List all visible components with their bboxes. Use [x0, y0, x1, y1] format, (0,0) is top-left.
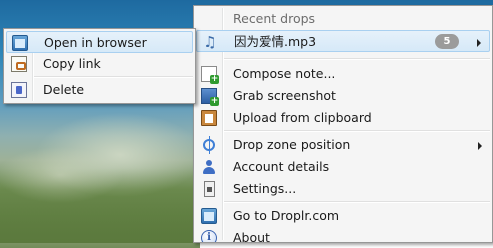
recent-drop-count-badge: 5 [435, 34, 459, 49]
grab-screenshot-item[interactable]: Grab screenshot [196, 85, 490, 107]
recent-drops-header-label: Recent drops [233, 11, 316, 26]
go-to-droplr-label: Go to Droplr.com [233, 208, 340, 223]
compose-note-item[interactable]: Compose note... [196, 63, 490, 85]
compose-note-icon [201, 66, 219, 84]
account-details-label: Account details [233, 159, 330, 174]
copy-link-icon [11, 56, 27, 72]
browser-icon [12, 35, 28, 51]
delete-label: Delete [43, 82, 85, 97]
clipboard-icon [201, 110, 217, 126]
wallpaper-hills [0, 168, 200, 248]
settings-item[interactable]: Settings... [196, 178, 490, 200]
recent-drop-item[interactable]: ♫ 因为爱情.mp3 5 [196, 30, 490, 52]
submenu-arrow-icon [478, 142, 482, 150]
submenu-arrow-icon [477, 39, 481, 47]
menu-separator [224, 58, 490, 60]
account-icon [201, 159, 217, 175]
target-icon [203, 136, 215, 154]
menu-separator [224, 130, 490, 132]
delete-icon [11, 82, 27, 98]
open-in-browser-item[interactable]: Open in browser [6, 31, 193, 53]
delete-item[interactable]: Delete [6, 79, 193, 101]
settings-label: Settings... [233, 181, 297, 196]
droplr-icon [201, 208, 217, 224]
music-note-icon: ♫ [203, 33, 217, 51]
drop-zone-position-item[interactable]: Drop zone position [196, 134, 490, 156]
recent-drop-submenu: Open in browser Copy link Delete [3, 28, 196, 104]
recent-drop-label: 因为爱情.mp3 [234, 34, 317, 49]
grab-screenshot-label: Grab screenshot [233, 88, 336, 103]
copy-link-item[interactable]: Copy link [6, 53, 193, 75]
about-label: About [233, 230, 270, 243]
info-icon: i [201, 230, 217, 242]
upload-from-clipboard-item[interactable]: Upload from clipboard [196, 107, 490, 129]
submenu-separator [34, 76, 193, 78]
settings-icon [204, 181, 215, 197]
menu-separator [224, 201, 490, 203]
droplr-context-menu: Recent drops ♫ 因为爱情.mp3 5 Compose note..… [193, 5, 493, 243]
account-details-item[interactable]: Account details [196, 156, 490, 178]
go-to-droplr-item[interactable]: Go to Droplr.com [196, 205, 490, 227]
upload-from-clipboard-label: Upload from clipboard [233, 110, 372, 125]
open-in-browser-label: Open in browser [44, 35, 147, 50]
copy-link-label: Copy link [43, 56, 101, 71]
about-item[interactable]: i About [196, 227, 490, 243]
recent-drops-header: Recent drops [196, 8, 490, 30]
screenshot-icon [201, 88, 219, 106]
drop-zone-position-label: Drop zone position [233, 137, 351, 152]
compose-note-label: Compose note... [233, 66, 336, 81]
